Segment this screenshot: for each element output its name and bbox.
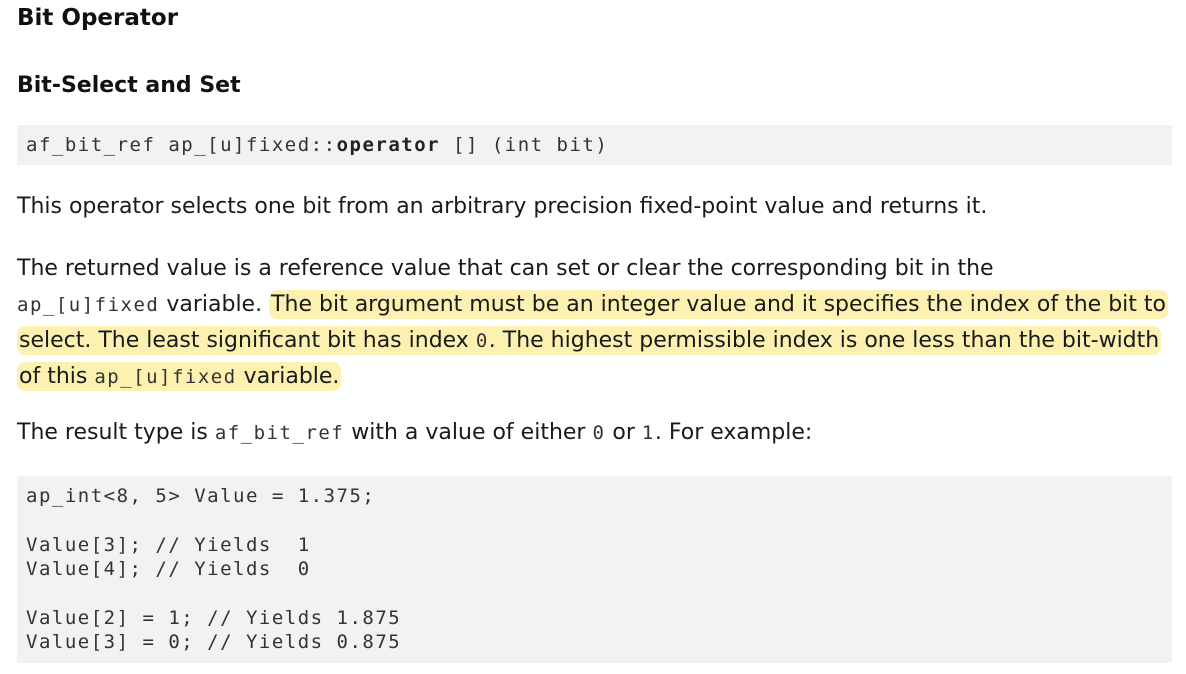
code-line: Value[3] = 0; // Yields 0.875 (26, 631, 402, 653)
result-text-d: . For example: (654, 420, 813, 445)
subsection-title: Bit-Select and Set (17, 73, 241, 98)
inline-code-one-value: 1 (641, 422, 655, 444)
detail-text-b: variable. (159, 292, 263, 317)
inline-code-result-type: af_bit_ref (214, 422, 345, 444)
highlight-text-c: variable. (236, 364, 340, 389)
example-code-block: ap_int<8, 5> Value = 1.375; Value[3]; // … (17, 476, 1172, 663)
signature-args: [] (int bit) (440, 134, 609, 156)
code-line: Value[2] = 1; // Yields 1.875 (26, 607, 402, 629)
function-signature: af_bit_ref ap_[u]fixed::operator [] (int… (17, 125, 1172, 165)
inline-code-type: ap_[u]fixed (17, 294, 160, 316)
result-type-paragraph: The result type is af_bit_ref with a val… (17, 418, 1177, 448)
detail-paragraph: The returned value is a reference value … (17, 251, 1177, 395)
detail-text-a: The returned value is a reference value … (17, 256, 994, 281)
signature-return-type: af_bit_ref (26, 134, 156, 156)
code-line: Value[4]; // Yields 0 (26, 558, 311, 580)
inline-code-zero: 0 (475, 330, 489, 352)
inline-code-zero-value: 0 (592, 422, 606, 444)
result-text-a: The result type is (17, 420, 215, 445)
result-text-c: or (605, 420, 642, 445)
signature-class-scope: ap_[u]fixed:: (168, 134, 337, 156)
code-line: Value[3]; // Yields 1 (26, 534, 311, 556)
description-paragraph: This operator selects one bit from an ar… (17, 194, 988, 219)
section-title: Bit Operator (17, 5, 179, 31)
inline-code-type-2: ap_[u]fixed (94, 366, 237, 388)
result-text-b: with a value of either (344, 420, 593, 445)
signature-keyword: operator (336, 134, 441, 156)
code-line: ap_int<8, 5> Value = 1.375; (26, 485, 376, 507)
